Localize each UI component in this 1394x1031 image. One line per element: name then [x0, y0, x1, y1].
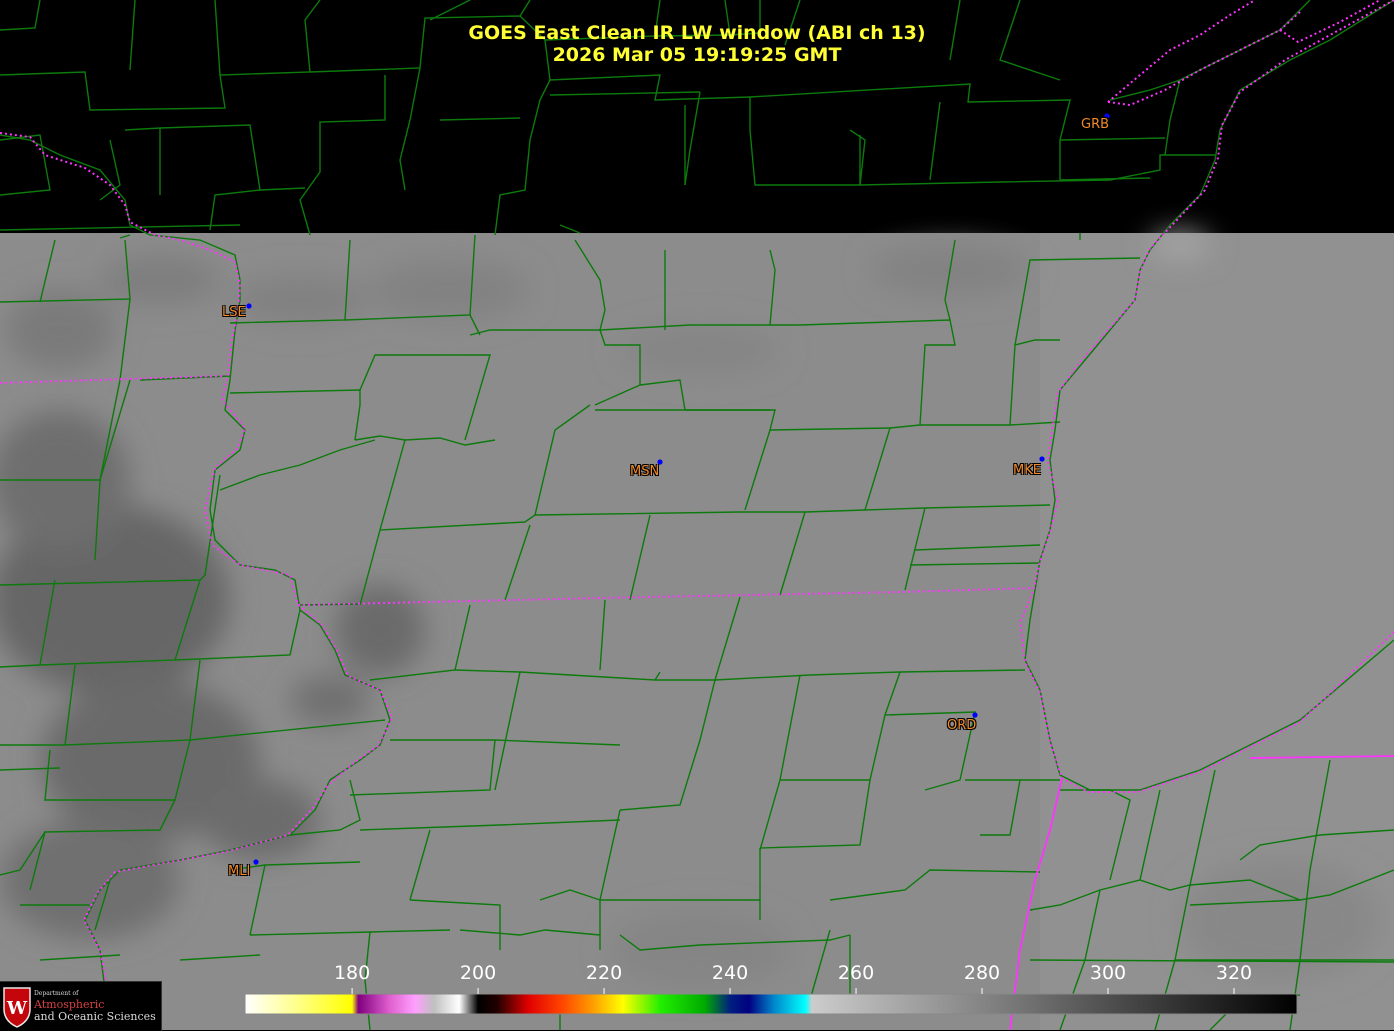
- station-label-mke: MKE: [1013, 463, 1041, 478]
- station-dot-lse: [246, 303, 252, 309]
- station-label-mli: MLI: [228, 864, 251, 879]
- uw-crest-icon: W: [3, 987, 31, 1028]
- station-dot-ord: [972, 712, 978, 718]
- colorbar-gradient: [244, 993, 1298, 1015]
- logo-emblem: W: [6, 998, 28, 1019]
- colorbar-tick-label: 260: [837, 962, 875, 984]
- satellite-map: [0, 0, 1394, 1030]
- station-dot-mli: [253, 859, 259, 865]
- aos-logo: W Department of Atmospheric and Oceanic …: [0, 981, 162, 1031]
- station-label-msn: MSN: [630, 464, 660, 479]
- colorbar-tick-label: 180: [333, 962, 371, 984]
- colorbar-tick-label: 300: [1089, 962, 1127, 984]
- image-title: GOES East Clean IR LW window (ABI ch 13): [468, 22, 926, 44]
- logo-line-department: Department of: [34, 990, 79, 997]
- colorbar-tick-label: 240: [711, 962, 749, 984]
- colorbar-tick-label: 280: [963, 962, 1001, 984]
- image-timestamp: 2026 Mar 05 19:19:25 GMT: [552, 44, 842, 66]
- colorbar-tick-label: 200: [459, 962, 497, 984]
- station-label-grb: GRB: [1081, 117, 1110, 132]
- station-dot-mke: [1039, 456, 1045, 462]
- colorbar-tick-label: 220: [585, 962, 623, 984]
- colorbar-tick-label: 320: [1215, 962, 1253, 984]
- station-label-ord: ORD: [947, 718, 977, 733]
- logo-line-oceanic: and Oceanic Sciences: [34, 1010, 156, 1023]
- station-label-lse: LSE: [222, 305, 246, 320]
